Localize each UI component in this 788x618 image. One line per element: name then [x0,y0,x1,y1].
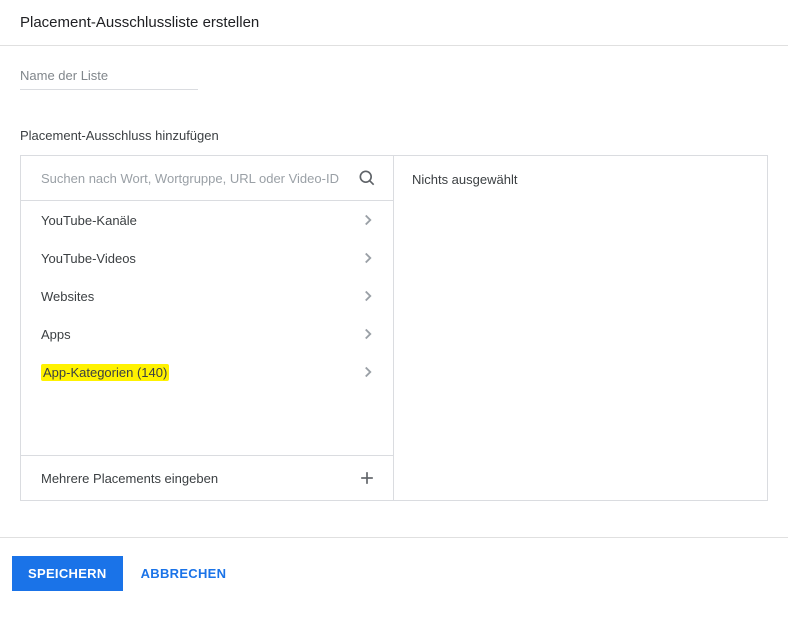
left-panel: YouTube-Kanäle YouTube-Videos Websites A… [21,156,394,500]
search-icon[interactable] [357,168,377,188]
footer: SPEICHERN ABBRECHEN [0,538,788,609]
save-button[interactable]: SPEICHERN [12,556,123,591]
selection-status: Nichts ausgewählt [412,172,749,187]
category-websites[interactable]: Websites [21,277,393,315]
plus-icon [357,468,377,488]
chevron-right-icon [359,211,377,229]
category-list: YouTube-Kanäle YouTube-Videos Websites A… [21,201,393,455]
content-area: Placement-Ausschluss hinzufügen YouTube-… [0,46,788,501]
search-row [21,156,393,201]
page-title: Placement-Ausschlussliste erstellen [20,14,768,31]
category-label: YouTube-Kanäle [41,213,137,228]
cancel-button[interactable]: ABBRECHEN [141,566,227,581]
multiple-placements-row[interactable]: Mehrere Placements eingeben [21,455,393,500]
list-name-input[interactable] [20,62,198,90]
placement-panel: YouTube-Kanäle YouTube-Videos Websites A… [20,155,768,501]
category-app-categories[interactable]: App-Kategorien (140) [21,353,393,391]
page-header: Placement-Ausschlussliste erstellen [0,0,788,46]
category-label: YouTube-Videos [41,251,136,266]
category-label: Apps [41,327,71,342]
category-apps[interactable]: Apps [21,315,393,353]
right-panel: Nichts ausgewählt [394,156,767,500]
section-label: Placement-Ausschluss hinzufügen [20,128,768,143]
multiple-placements-label: Mehrere Placements eingeben [41,471,218,486]
chevron-right-icon [359,287,377,305]
category-youtube-videos[interactable]: YouTube-Videos [21,239,393,277]
chevron-right-icon [359,249,377,267]
search-input[interactable] [41,171,357,186]
category-label: App-Kategorien (140) [41,364,169,381]
category-youtube-channels[interactable]: YouTube-Kanäle [21,201,393,239]
category-label: Websites [41,289,94,304]
chevron-right-icon [359,363,377,381]
chevron-right-icon [359,325,377,343]
